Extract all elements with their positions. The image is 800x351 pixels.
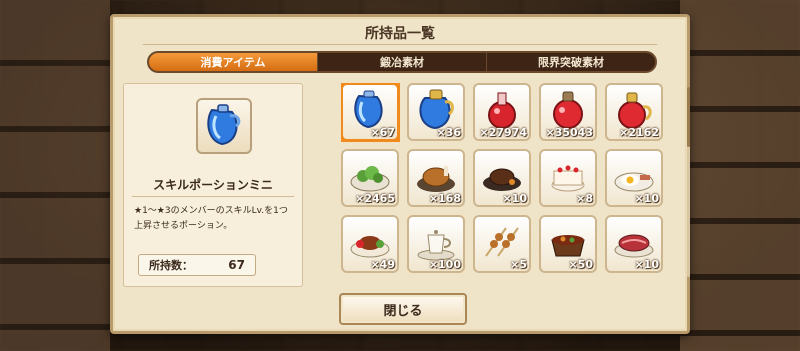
category-tab-bar: 消費アイテム 鍛冶素材 限界突破素材 [147, 51, 657, 73]
owned-count-box: 所持数： 67 [138, 254, 256, 276]
item-count: ×5 [510, 258, 527, 271]
detail-divider [132, 196, 294, 197]
selection-corner [341, 132, 350, 142]
item-count: ×36 [436, 126, 461, 139]
item-slot[interactable]: ×10 [605, 215, 663, 273]
title-divider [143, 44, 657, 45]
item-count: ×168 [428, 192, 461, 205]
item-grid-viewport: ×67 ×36 ×27974 ×35043 ×2162 ×2465 ×168 ×10 ×8 ×10… [341, 83, 681, 283]
item-slot[interactable]: ×35043 [539, 83, 597, 141]
item-grid: ×67 ×36 ×27974 ×35043 ×2162 ×2465 ×168 ×10 ×8 ×10… [341, 83, 681, 273]
background-shelf-left [0, 0, 110, 351]
tab-consumables[interactable]: 消費アイテム [149, 53, 318, 71]
item-name: スキルポーションミニ [153, 178, 273, 192]
item-slot[interactable]: ×49 [341, 215, 399, 273]
selection-corner [390, 83, 400, 92]
item-slot[interactable]: ×10 [473, 149, 531, 207]
selection-corner [390, 132, 400, 142]
tab-smithing-materials[interactable]: 鍛冶素材 [318, 53, 487, 71]
owned-value: 67 [228, 258, 245, 272]
item-slot[interactable]: ×2162 [605, 83, 663, 141]
item-detail-panel: スキルポーションミニ ★1～★3のメンバーのスキルLv.を1つ上昇させるポーショ… [123, 83, 303, 287]
item-slot[interactable]: ×36 [407, 83, 465, 141]
item-slot[interactable]: ×27974 [473, 83, 531, 141]
item-slot[interactable]: ×50 [539, 215, 597, 273]
item-slot[interactable]: ×168 [407, 149, 465, 207]
grid-scrollbar-thumb[interactable] [687, 87, 690, 147]
item-slot[interactable]: ×2465 [341, 149, 399, 207]
tab-limit-break-materials[interactable]: 限界突破素材 [487, 53, 655, 71]
item-count: ×8 [576, 192, 593, 205]
item-count: ×10 [634, 258, 659, 271]
item-description: ★1～★3のメンバーのスキルLv.を1つ上昇させるポーション。 [134, 206, 288, 231]
item-count: ×35043 [545, 126, 594, 139]
dialog-title: 所持品一覧 [365, 26, 435, 42]
item-slot[interactable]: ×8 [539, 149, 597, 207]
item-slot[interactable]: ×67 [341, 83, 400, 142]
item-count: ×49 [370, 258, 395, 271]
inventory-dialog: 所持品一覧 消費アイテム 鍛冶素材 限界突破素材 スキルポーションミニ ★1～★… [110, 14, 690, 334]
item-count: ×10 [502, 192, 527, 205]
item-count: ×2465 [355, 192, 395, 205]
close-button[interactable]: 閉じる [339, 293, 467, 325]
item-count: ×27974 [479, 126, 528, 139]
item-slot[interactable]: ×100 [407, 215, 465, 273]
item-count: ×2162 [619, 126, 659, 139]
item-count: ×10 [634, 192, 659, 205]
owned-label: 所持数： [149, 259, 193, 272]
item-slot[interactable]: ×5 [473, 215, 531, 273]
skill-potion-mini-icon [196, 98, 252, 154]
item-count: ×100 [428, 258, 461, 271]
selection-corner [341, 83, 350, 92]
background-shelf-right [680, 0, 800, 351]
item-count: ×50 [568, 258, 593, 271]
item-slot[interactable]: ×10 [605, 149, 663, 207]
